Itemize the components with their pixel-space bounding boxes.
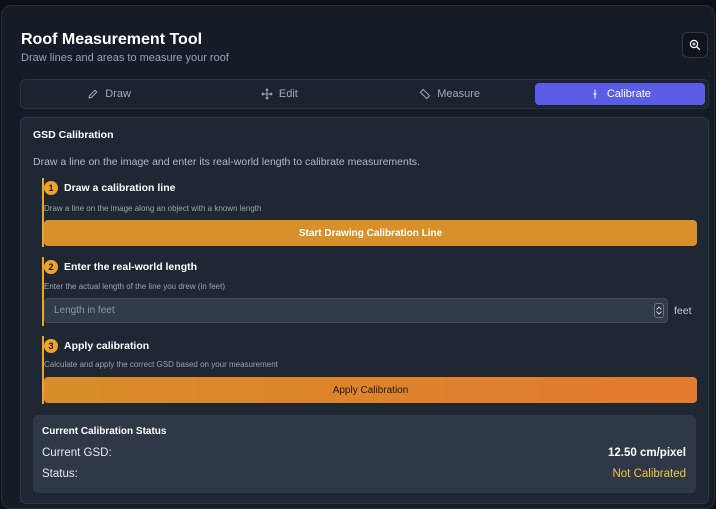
status-label: Status:: [42, 468, 78, 480]
step-1-description: Draw a line on the image along an object…: [44, 204, 262, 213]
mode-tabs: Draw Edit Measure Calibrate: [20, 79, 709, 109]
calibration-description: Draw a line on the image and enter its r…: [33, 156, 420, 168]
step-2-title: Enter the real-world length: [64, 261, 198, 273]
calibration-status-box: Current Calibration Status Current GSD: …: [33, 415, 696, 493]
calibration-card: GSD Calibration Draw a line on the image…: [20, 117, 709, 504]
crosshair-icon: [593, 89, 597, 99]
gsd-row: Current GSD: 12.50 cm/pixel: [42, 447, 686, 459]
chevron-down-icon: [656, 311, 662, 315]
gsd-label: Current GSD:: [42, 447, 112, 459]
apply-calibration-button[interactable]: Apply Calibration: [44, 377, 697, 403]
page-subtitle: Draw lines and areas to measure your roo…: [21, 52, 229, 64]
step-3: 3 Apply calibration Calculate and apply …: [42, 336, 697, 404]
zoom-button[interactable]: [682, 32, 708, 58]
status-row: Status: Not Calibrated: [42, 468, 686, 480]
length-input-wrapper: [44, 298, 668, 323]
step-2-number: 2: [44, 260, 58, 274]
zoom-in-icon: [689, 39, 701, 51]
tab-measure-label: Measure: [437, 88, 481, 100]
tab-edit[interactable]: Edit: [194, 83, 364, 105]
step-2: 2 Enter the real-world length Enter the …: [42, 257, 696, 326]
ruler-icon: [419, 88, 431, 100]
tab-draw[interactable]: Draw: [24, 83, 194, 105]
chevron-up-icon: [656, 306, 662, 310]
length-unit: feet: [674, 305, 692, 317]
step-1: 1 Draw a calibration line Draw a line on…: [42, 178, 697, 247]
gsd-value: 12.50 cm/pixel: [608, 447, 686, 459]
tab-draw-label: Draw: [105, 88, 131, 100]
length-input[interactable]: [45, 299, 667, 322]
tab-measure[interactable]: Measure: [365, 83, 535, 105]
status-badge: Not Calibrated: [612, 468, 686, 480]
step-3-number: 3: [44, 339, 58, 353]
step-1-title: Draw a calibration line: [64, 182, 176, 194]
pencil-icon: [88, 89, 98, 99]
step-3-description: Calculate and apply the correct GSD base…: [44, 360, 278, 369]
step-1-number: 1: [44, 181, 58, 195]
status-title: Current Calibration Status: [42, 426, 167, 437]
page-title: Roof Measurement Tool: [21, 31, 203, 48]
calibration-title: GSD Calibration: [33, 129, 114, 141]
move-icon: [261, 88, 273, 100]
start-drawing-calibration-button[interactable]: Start Drawing Calibration Line: [44, 220, 697, 246]
tab-calibrate[interactable]: Calibrate: [534, 83, 705, 105]
number-stepper[interactable]: [654, 303, 664, 318]
tab-calibrate-label: Calibrate: [606, 88, 651, 100]
step-3-title: Apply calibration: [64, 340, 150, 352]
tab-edit-label: Edit: [278, 88, 298, 100]
step-2-description: Enter the actual length of the line you …: [44, 282, 225, 291]
